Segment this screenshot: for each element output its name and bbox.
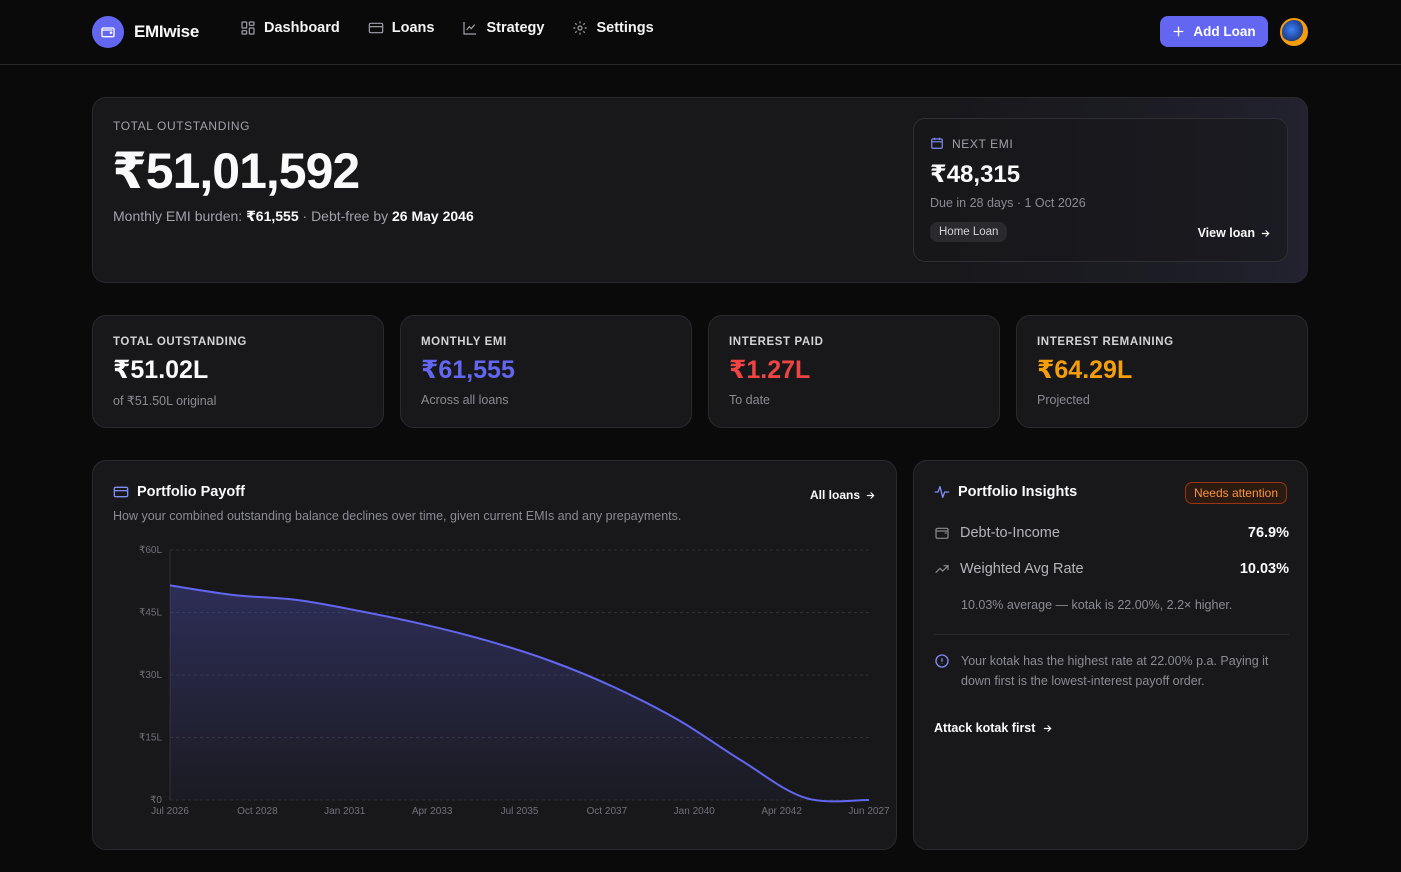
portfolio-insights-card: Portfolio Insights Needs attention Debt-…	[913, 460, 1308, 850]
x-tick-label: Oct 2028	[237, 806, 278, 817]
nav-dashboard-label: Dashboard	[264, 20, 340, 36]
burden-value: ₹61,555	[246, 208, 299, 224]
total-outstanding-hero: TOTAL OUTSTANDING ₹51,01,592 Monthly EMI…	[92, 97, 1308, 283]
stat-value: ₹64.29L	[1037, 356, 1133, 384]
metric-value: 10.03%	[1239, 561, 1289, 577]
attack-label: Attack kotak first	[934, 721, 1036, 735]
wallet-logo-icon	[92, 16, 124, 48]
stat-note: of ₹51.50L original	[113, 394, 217, 408]
x-tick-label: Apr 2042	[761, 806, 802, 817]
info-icon	[935, 654, 949, 668]
rate-note: 10.03% average — kotak is 22.00%, 2.2× h…	[961, 598, 1233, 612]
stat-note: Projected	[1037, 393, 1090, 407]
next-emi-due: Due in 28 days · 1 Oct 2026	[930, 196, 1086, 210]
card-icon	[368, 22, 384, 34]
payoff-chart: ₹60L ₹45L ₹30L ₹15L ₹0Jul 2026 Oct 2028 Jan 20…	[139, 545, 890, 817]
x-tick-label: Jun 2027	[848, 806, 890, 817]
hero-eyebrow: TOTAL OUTSTANDING	[113, 119, 251, 133]
insights-title-text: Portfolio Insights	[958, 484, 1078, 500]
next-emi-amount: ₹48,315	[930, 161, 1021, 188]
y-tick-label: ₹30L	[139, 670, 162, 681]
burden-label: Monthly EMI burden:	[113, 208, 247, 224]
nav-settings[interactable]: Settings	[572, 20, 654, 36]
calendar-icon	[931, 137, 943, 149]
stat-value: ₹51.02L	[113, 356, 209, 384]
arrow-right-icon	[1261, 229, 1270, 237]
stat-note: To date	[729, 393, 771, 407]
debtfree-label: · Debt-free by	[298, 208, 392, 224]
metric-value: 76.9%	[1247, 525, 1289, 541]
hero-amount: ₹51,01,592	[112, 143, 360, 199]
insights-title: Portfolio Insights	[934, 484, 1077, 500]
stat-note: Across all loans	[421, 393, 509, 407]
divider	[934, 634, 1289, 635]
metric-debt-to-income: Debt-to-Income 76.9%	[934, 525, 1289, 541]
insight-tip: Your kotak has the highest rate at 22.00…	[934, 651, 1289, 691]
nav-strategy-label: Strategy	[486, 20, 545, 36]
x-tick-label: Jan 2040	[674, 806, 716, 817]
hero-subtitle: Monthly EMI burden: ₹61,555 · Debt-free …	[113, 208, 474, 225]
next-emi-card: NEXT EMI ₹48,315 Due in 28 days · 1 Oct …	[913, 118, 1288, 262]
stat-interest-paid: INTEREST PAID ₹1.27L To date	[708, 315, 1000, 428]
x-tick-label: Apr 2033	[412, 806, 453, 817]
stat-label: INTEREST PAID	[729, 336, 824, 348]
stat-value: ₹61,555	[421, 356, 515, 384]
stat-label: MONTHLY EMI	[421, 336, 507, 348]
tip-text: Your kotak has the highest rate at 22.00…	[961, 654, 1269, 688]
nav-links: Dashboard Loans Strategy Settings	[240, 20, 654, 36]
stat-value: ₹1.27L	[729, 356, 811, 384]
stat-label: TOTAL OUTSTANDING	[113, 336, 247, 348]
arrow-right-icon	[1044, 724, 1052, 732]
grid-icon	[241, 21, 255, 35]
nav-loans-label: Loans	[391, 20, 435, 36]
stat-label: INTEREST REMAINING	[1037, 336, 1174, 348]
top-nav: EMIwise Dashboard Loans Strategy Setting…	[0, 0, 1401, 65]
portfolio-payoff-card: Portfolio Payoff How your combined outst…	[92, 460, 897, 850]
y-tick-label: ₹0	[150, 795, 162, 806]
x-tick-label: Jan 2031	[324, 806, 366, 817]
app-name: EMIwise	[134, 22, 199, 41]
trending-up-icon	[935, 565, 949, 573]
x-tick-label: Jul 2026	[151, 806, 189, 817]
y-tick-label: ₹45L	[139, 608, 162, 619]
attack-kotak-button[interactable]: Attack kotak first	[934, 721, 1053, 735]
metric-label: Weighted Avg Rate	[960, 561, 1084, 577]
status-badge: Needs attention	[1184, 482, 1287, 504]
nav-strategy[interactable]: Strategy	[462, 20, 544, 36]
debtfree-value: 26 May 2046	[392, 208, 474, 224]
payoff-area	[170, 585, 869, 802]
y-tick-label: ₹60L	[139, 545, 162, 556]
plus-icon	[1173, 26, 1184, 37]
loan-chip: Home Loan	[930, 222, 1008, 242]
next-emi-eyebrow: NEXT EMI	[952, 137, 1014, 151]
stat-monthly-emi: MONTHLY EMI ₹61,555 Across all loans	[400, 315, 692, 428]
add-loan-button[interactable]: Add Loan	[1160, 16, 1268, 47]
wallet-icon	[935, 527, 949, 539]
stat-interest-remaining: INTEREST REMAINING ₹64.29L Projected	[1016, 315, 1308, 428]
nav-dashboard[interactable]: Dashboard	[240, 20, 340, 36]
x-tick-label: Jul 2035	[501, 806, 539, 817]
nav-loans[interactable]: Loans	[368, 20, 435, 36]
metric-weighted-avg-rate: Weighted Avg Rate 10.03%	[934, 561, 1289, 577]
view-loan-label: View loan	[1197, 226, 1255, 240]
view-loan-link[interactable]: View loan	[1198, 226, 1271, 240]
brand[interactable]: EMIwise	[92, 16, 199, 48]
stat-total-outstanding: TOTAL OUTSTANDING ₹51.02L of ₹51.50L ori…	[92, 315, 384, 428]
gear-icon	[573, 21, 588, 35]
y-tick-label: ₹15L	[139, 733, 162, 744]
metric-label: Debt-to-Income	[960, 525, 1060, 541]
chart-line-icon	[463, 22, 477, 35]
nav-settings-label: Settings	[596, 20, 654, 36]
add-loan-label: Add Loan	[1193, 24, 1256, 39]
x-tick-label: Oct 2037	[587, 806, 628, 817]
avatar[interactable]	[1280, 18, 1308, 46]
activity-icon	[934, 486, 950, 498]
